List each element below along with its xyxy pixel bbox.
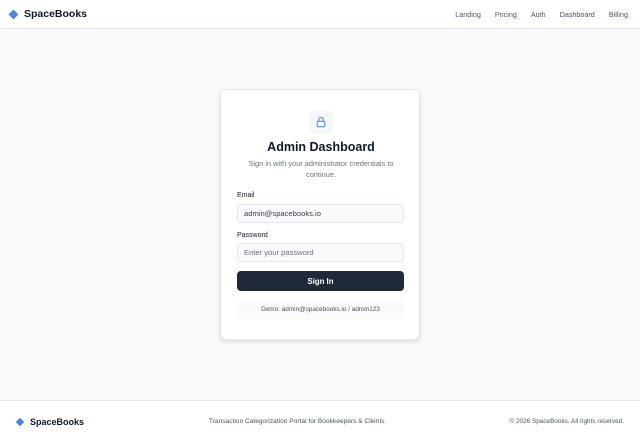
footer-tagline: Transaction Categorization Portal for Bo… [208,418,385,425]
lock-icon-badge [309,110,333,134]
brand-logo[interactable]: SpaceBooks [8,8,87,20]
demo-credentials-note: Demo: admin@spacebooks.io / admin123 [237,301,404,319]
nav-link-landing[interactable]: Landing [455,10,481,19]
page-footer: SpaceBooks Transaction Categorization Po… [0,400,640,442]
brand-name: SpaceBooks [24,8,88,20]
nav-link-dashboard[interactable]: Dashboard [560,10,595,19]
card-title: Admin Dashboard [267,140,375,154]
main-nav: Landing Pricing Auth Dashboard Billing [455,10,628,19]
email-label: Email [237,192,255,199]
password-field[interactable] [237,243,404,262]
diamond-logo-icon [15,417,25,426]
nav-link-pricing[interactable]: Pricing [495,10,517,19]
sign-in-button[interactable]: Sign In [237,271,404,291]
top-navbar: SpaceBooks Landing Pricing Auth Dashboar… [0,0,640,29]
nav-link-billing[interactable]: Billing [609,10,628,19]
email-field[interactable] [237,204,404,223]
card-subtitle: Sign in with your administrator credenti… [248,159,394,179]
footer-brand-name: SpaceBooks [30,416,85,427]
lock-icon [316,116,326,128]
footer-brand: SpaceBooks [15,416,85,427]
password-label: Password [237,232,268,239]
nav-link-auth[interactable]: Auth [531,10,546,19]
diamond-logo-icon [8,9,19,19]
footer-copyright: © 2026 SpaceBooks. All rights reserved. [509,418,624,425]
login-card: Admin Dashboard Sign in with your admini… [220,89,420,340]
